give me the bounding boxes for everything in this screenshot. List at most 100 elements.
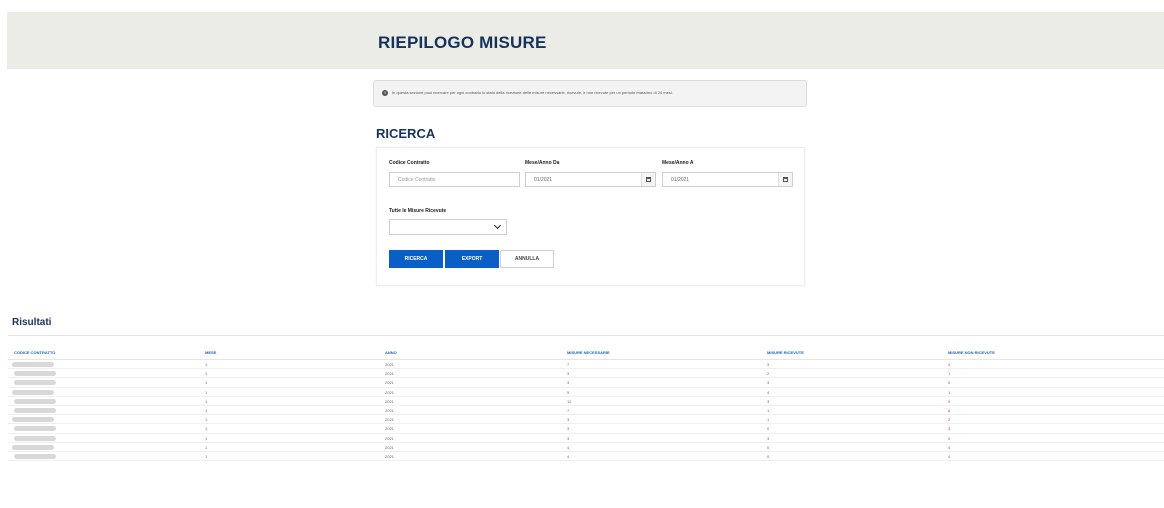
top-bar — [0, 0, 1164, 12]
col-misure-non-ricevute[interactable]: MISURE NON RICEVUTE — [948, 350, 995, 355]
table-cell: 3 — [948, 426, 951, 432]
info-icon: i — [382, 90, 388, 96]
table-cell: 1 — [205, 444, 208, 450]
table-cell: 0 — [767, 444, 770, 450]
table-cell: 1 — [205, 407, 208, 413]
results-divider — [8, 335, 1164, 336]
table-cell: 1 — [205, 435, 208, 441]
codice-contratto-input[interactable]: Codice Contratto — [389, 172, 520, 187]
table-cell: 2021 — [385, 371, 394, 377]
ricerca-button[interactable]: RICERCA — [389, 250, 443, 268]
table-cell: 1 — [205, 417, 208, 423]
table-cell: 3 — [767, 362, 770, 367]
table-cell: 2021 — [385, 407, 394, 413]
misure-ricevute-select[interactable] — [389, 219, 507, 235]
table-header: CODICE CONTRATTO MESE ANNO MISURE NECESS… — [8, 346, 1164, 360]
table-cell: 3 — [767, 398, 770, 404]
table-row[interactable]: 1 2021 3 1 2 — [8, 415, 1164, 425]
table-cell: 3 — [567, 380, 570, 386]
table-cell: 2021 — [385, 426, 394, 432]
table-cell: 1 — [205, 371, 208, 377]
table-cell: 3 — [767, 435, 770, 441]
table-cell: 4 — [948, 453, 951, 459]
table-row[interactable]: 1 2021 3 3 0 — [8, 434, 1164, 443]
table-cell: 0 — [948, 380, 951, 386]
results-table: CODICE CONTRATTO MESE ANNO MISURE NECESS… — [8, 346, 1164, 462]
table-cell: 4 — [948, 362, 951, 367]
codice-contratto-redacted — [14, 380, 56, 386]
table-cell: 3 — [567, 426, 570, 432]
search-form: Codice Contratto Codice Contratto Mese/A… — [376, 147, 805, 286]
export-button[interactable]: EXPORT — [445, 250, 499, 268]
mese-anno-da-input[interactable]: 01/2021 — [525, 172, 656, 187]
table-cell: 4 — [567, 444, 570, 450]
table-row[interactable]: 1 2021 7 1 6 — [8, 406, 1164, 416]
search-title: RICERCA — [376, 126, 436, 141]
table-cell: 1 — [205, 389, 208, 395]
table-cell: 1 — [205, 398, 208, 404]
page-header — [7, 12, 1164, 69]
codice-contratto-redacted — [14, 426, 56, 432]
mese-anno-da-label: Mese/Anno Da — [525, 160, 560, 166]
codice-contratto-redacted — [14, 435, 56, 441]
codice-contratto-redacted — [14, 453, 56, 459]
codice-contratto-redacted — [12, 389, 54, 395]
table-row[interactable]: 1 2021 4 0 4 — [8, 443, 1164, 452]
mese-anno-a-value: 01/2021 — [671, 177, 690, 183]
page-title: RIEPILOGO MISURE — [378, 33, 547, 52]
table-cell: 1 — [948, 371, 951, 377]
table-row[interactable]: 1 2021 12 3 9 — [8, 397, 1164, 406]
col-misure-ricevute[interactable]: MISURE RICEVUTE — [767, 350, 804, 355]
table-cell: 1 — [767, 407, 770, 413]
table-cell: 7 — [567, 407, 570, 413]
table-cell: 0 — [767, 426, 770, 432]
table-cell: 4 — [767, 389, 770, 395]
table-cell: 2021 — [385, 362, 394, 367]
annulla-button[interactable]: ANNULLA — [500, 250, 554, 268]
table-cell: 3 — [567, 435, 570, 441]
table-row[interactable]: 1 2021 5 4 1 — [8, 388, 1164, 397]
table-cell: 6 — [948, 407, 951, 413]
mese-anno-a-input[interactable]: 01/2021 — [662, 172, 793, 187]
results-title: Risultati — [12, 317, 52, 328]
table-cell: 2021 — [385, 389, 394, 395]
mese-anno-a-label: Mese/Anno A — [662, 160, 694, 166]
table-cell: 1 — [767, 417, 770, 423]
col-mese[interactable]: MESE — [205, 350, 216, 355]
info-box: i In questa sezione puoi ricercare per o… — [373, 80, 807, 107]
table-row[interactable]: 1 2021 3 3 0 — [8, 378, 1164, 388]
codice-contratto-redacted — [14, 398, 56, 404]
table-cell: 12 — [567, 398, 572, 404]
table-cell: 1 — [205, 380, 208, 386]
col-anno[interactable]: ANNO — [385, 350, 397, 355]
table-cell: 9 — [948, 398, 951, 404]
table-body: 1 2021 7 3 4 1 2021 3 2 1 1 2021 3 3 0 1 2021 5 4 1 1 2021 12 3… — [8, 360, 1164, 462]
info-text: In questa sezione puoi ricercare per ogn… — [392, 90, 673, 95]
table-cell: 3 — [567, 371, 570, 377]
table-cell: 2021 — [385, 453, 394, 459]
mese-anno-da-value: 01/2021 — [534, 177, 553, 183]
table-cell: 1 — [205, 426, 208, 432]
codice-contratto-redacted — [12, 444, 54, 450]
table-cell: 2021 — [385, 380, 394, 386]
table-row[interactable]: 1 2021 4 0 4 — [8, 452, 1164, 462]
table-cell: 0 — [948, 435, 951, 441]
table-cell: 7 — [567, 362, 570, 367]
table-cell: 2021 — [385, 444, 394, 450]
table-cell: 2021 — [385, 435, 394, 441]
codice-contratto-placeholder: Codice Contratto — [398, 177, 436, 183]
col-codice-contratto[interactable]: CODICE CONTRATTO — [14, 350, 55, 355]
table-cell: 3 — [767, 380, 770, 386]
table-row[interactable]: 1 2021 7 3 4 — [8, 360, 1164, 370]
codice-contratto-redacted — [14, 407, 56, 413]
calendar-icon[interactable] — [778, 173, 792, 186]
table-cell: 2 — [948, 417, 951, 423]
codice-contratto-redacted — [12, 362, 54, 367]
col-misure-necessarie[interactable]: MISURE NECESSARIE — [567, 350, 610, 355]
table-row[interactable]: 1 2021 3 2 1 — [8, 369, 1164, 379]
codice-contratto-label: Codice Contratto — [389, 160, 430, 166]
table-row[interactable]: 1 2021 3 0 3 — [8, 424, 1164, 434]
table-cell: 4 — [948, 444, 951, 450]
calendar-icon[interactable] — [641, 173, 655, 186]
table-cell: 2 — [767, 371, 770, 377]
